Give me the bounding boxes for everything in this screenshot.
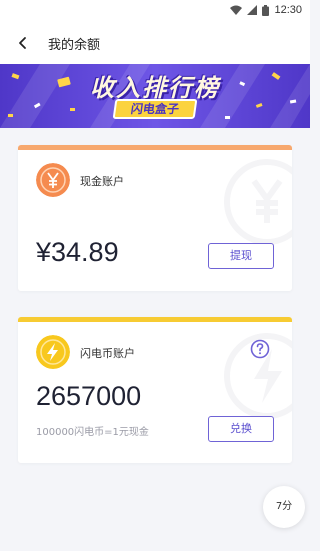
yuan-watermark-icon: [224, 159, 292, 245]
cash-balance: ¥34.89: [36, 237, 119, 267]
coin-account-card: 闪电币账户 2657000 100000闪电币=1元现金 兑换: [18, 317, 292, 463]
signal-icon: [247, 5, 258, 15]
banner-brand-badge: 闪电盒子: [112, 99, 198, 119]
coin-balance: 2657000: [36, 381, 142, 411]
cash-account-card: 现金账户 ¥34.89 提现: [18, 145, 292, 291]
withdraw-button[interactable]: 提现: [208, 243, 274, 269]
exchange-button[interactable]: 兑换: [208, 416, 274, 442]
timer-badge[interactable]: 7分: [263, 486, 305, 528]
yuan-coin-icon: [36, 163, 70, 197]
lightning-coin-icon: [36, 335, 70, 369]
question-circle-icon[interactable]: [250, 339, 270, 359]
coin-card-accent-bar: [18, 317, 292, 322]
app-bar: 我的余额: [0, 22, 310, 64]
cash-card-accent-bar: [18, 145, 292, 150]
exchange-rate-note: 100000闪电币=1元现金: [36, 427, 149, 438]
page-title: 我的余额: [48, 38, 101, 53]
income-ranking-banner[interactable]: 收入排行榜 闪电盒子: [0, 64, 310, 128]
back-arrow-icon[interactable]: [12, 32, 34, 54]
banner-headline: 收入排行榜: [90, 74, 220, 102]
battery-icon: [262, 4, 270, 16]
coin-account-label: 闪电币账户: [80, 347, 135, 360]
status-time: 12:30: [274, 4, 302, 16]
wifi-icon: [230, 5, 243, 15]
status-bar: 12:30: [0, 0, 310, 22]
cash-account-label: 现金账户: [80, 175, 124, 188]
